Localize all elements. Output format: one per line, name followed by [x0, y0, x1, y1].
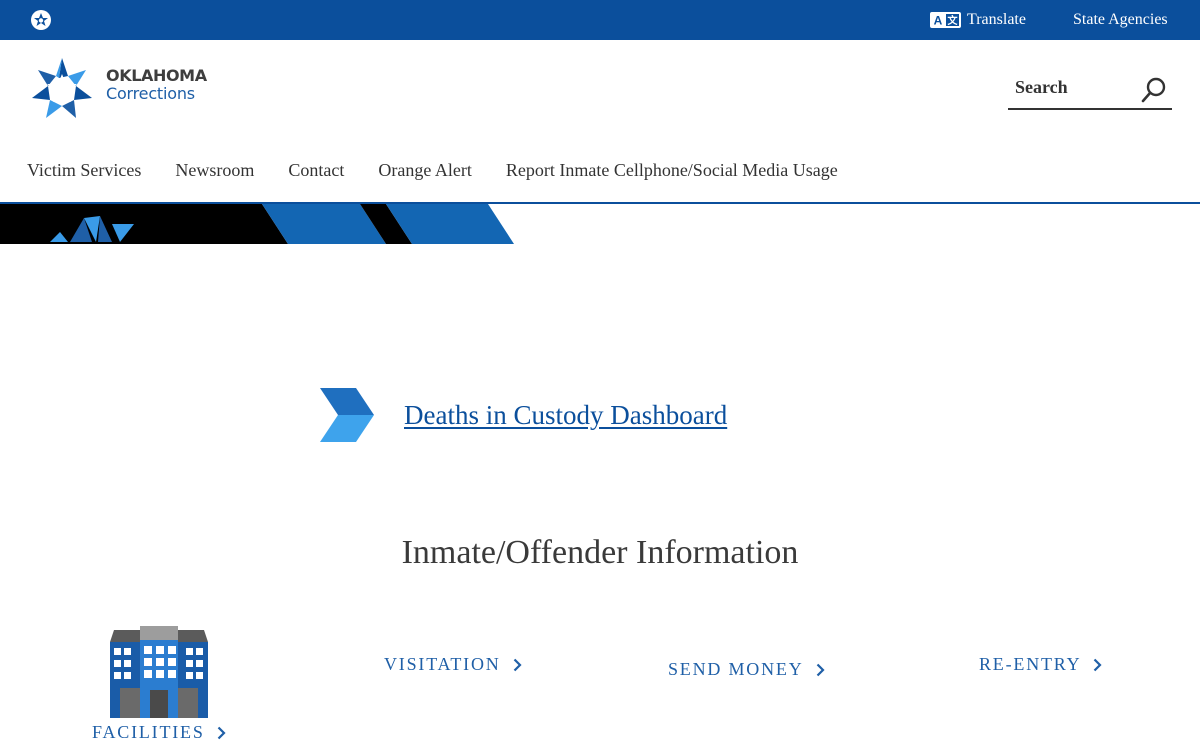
chevron-arrow-icon [320, 388, 374, 442]
nav-item-victim-services[interactable]: Victim Services [27, 156, 141, 184]
svg-text:文: 文 [948, 14, 959, 27]
deaths-in-custody-link[interactable]: Deaths in Custody Dashboard [404, 400, 727, 431]
facilities-link[interactable]: FACILITIES [92, 722, 226, 743]
chevron-right-icon [1094, 658, 1102, 671]
translate-icon: A 文 [930, 12, 961, 28]
reentry-label: RE-ENTRY [979, 654, 1082, 674]
visitation-label: VISITATION [384, 654, 501, 674]
top-bar: A 文 Translate State Agencies [0, 0, 1200, 40]
section-title: Inmate/Offender Information [401, 534, 799, 571]
building-icon[interactable] [110, 626, 208, 718]
site-logo[interactable]: OKLAHOMA Corrections [30, 56, 230, 122]
chevron-right-icon [217, 726, 226, 739]
logo-line-corrections: Corrections [106, 84, 195, 103]
search-box[interactable]: Search [1008, 72, 1172, 110]
nav-item-contact[interactable]: Contact [288, 156, 344, 184]
search-icon[interactable] [1140, 76, 1168, 104]
logo-line-oklahoma: OKLAHOMA [106, 66, 207, 85]
translate-label: Translate [967, 11, 1026, 28]
visitation-link[interactable]: VISITATION [384, 654, 522, 675]
header-banner-graphic [0, 204, 514, 244]
nav-item-report-cellphone[interactable]: Report Inmate Cellphone/Social Media Usa… [506, 156, 838, 184]
corrections-star-icon [31, 57, 93, 119]
chevron-right-icon [816, 663, 825, 676]
main-nav: Victim Services Newsroom Contact Orange … [27, 156, 838, 184]
search-input[interactable]: Search [1015, 77, 1068, 98]
chevron-right-icon [513, 658, 522, 671]
oklahoma-star-icon[interactable] [30, 9, 52, 31]
reentry-link[interactable]: RE-ENTRY [979, 654, 1102, 675]
svg-text:A: A [934, 14, 943, 28]
send-money-link[interactable]: SEND MONEY [668, 659, 825, 680]
facilities-label: FACILITIES [92, 722, 205, 742]
nav-item-newsroom[interactable]: Newsroom [175, 156, 254, 184]
translate-button[interactable]: A 文 Translate [930, 9, 1026, 31]
state-agencies-link[interactable]: State Agencies [1073, 9, 1168, 31]
send-money-label: SEND MONEY [668, 659, 804, 679]
deaths-in-custody-callout: Deaths in Custody Dashboard [320, 388, 727, 442]
nav-item-orange-alert[interactable]: Orange Alert [378, 156, 471, 184]
